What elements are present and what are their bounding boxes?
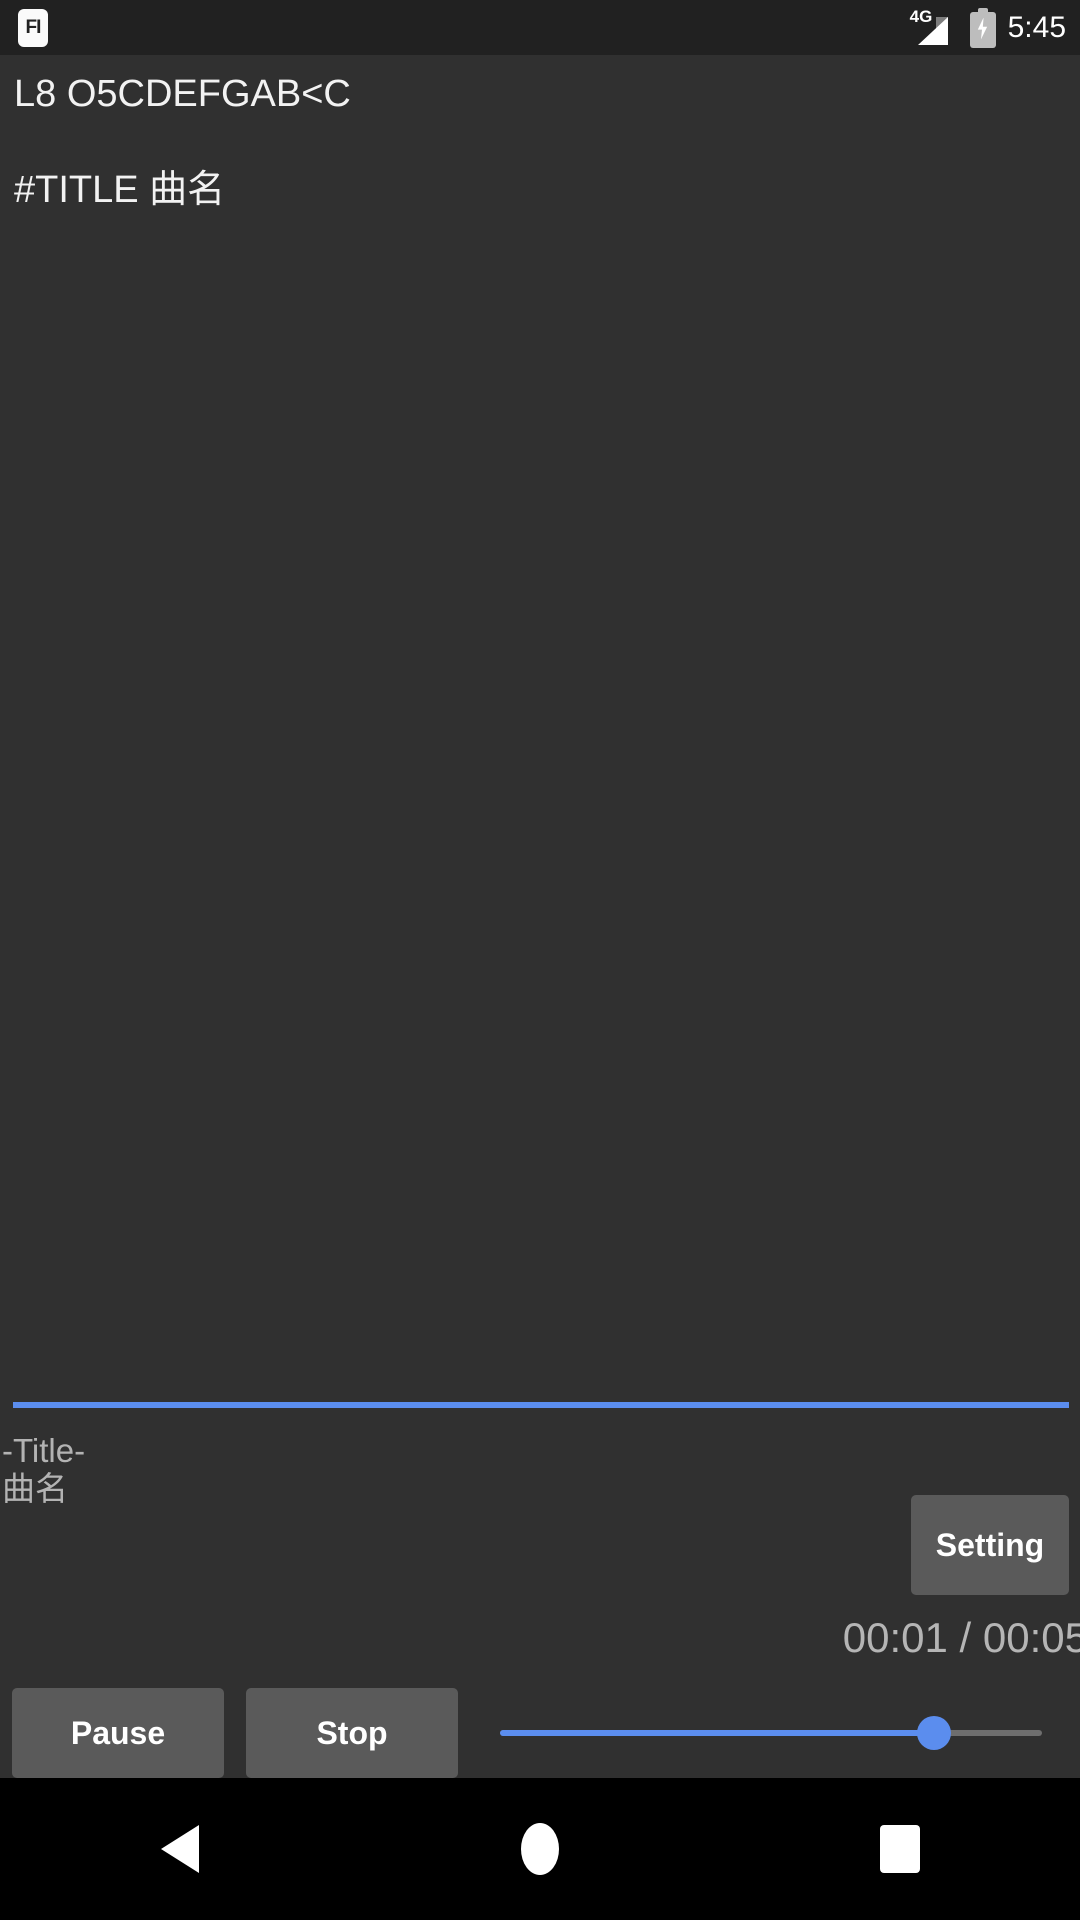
transport-controls: Pause Stop — [0, 1688, 1080, 1778]
nav-recents-button[interactable] — [810, 1778, 990, 1920]
status-bar-clock: 5:45 — [1007, 10, 1066, 44]
now-playing-title-block: -Title- 曲名 — [0, 1432, 600, 1509]
seek-slider-fill — [500, 1730, 934, 1736]
status-bar-notifications: FI — [18, 8, 48, 47]
editor-line-2: #TITLE 曲名 — [14, 169, 226, 211]
status-bar-system-icons: 4G 5:45 — [910, 7, 1066, 48]
nav-home-button[interactable] — [450, 1778, 630, 1920]
back-triangle-icon — [161, 1825, 199, 1873]
seek-slider-thumb[interactable] — [916, 1716, 951, 1750]
playback-time-display: 00:01 / 00:05 — [842, 1614, 1080, 1661]
signal-bar-filled — [917, 16, 948, 45]
status-bar: FI 4G 5:45 — [0, 0, 1080, 55]
app-screen: FI 4G 5:45 L8 O5CDEFGAB<C #TITLE 曲名 -Tit… — [0, 0, 1080, 1920]
seek-slider[interactable] — [500, 1688, 1042, 1778]
signal-bars-icon: 4G — [910, 8, 958, 48]
setting-button[interactable]: Setting — [911, 1495, 1069, 1595]
battery-charging-icon — [969, 7, 996, 48]
editor-line-1: L8 O5CDEFGAB<C — [14, 73, 351, 115]
android-navigation-bar — [0, 1778, 1080, 1920]
mml-text-editor[interactable]: L8 O5CDEFGAB<C #TITLE 曲名 — [0, 55, 1080, 1395]
now-playing-title-label: -Title- — [2, 1432, 86, 1469]
home-circle-icon — [521, 1823, 559, 1875]
stop-button[interactable]: Stop — [246, 1688, 458, 1778]
accent-divider — [13, 1402, 1069, 1408]
pause-button[interactable]: Pause — [12, 1688, 224, 1778]
fi-app-icon: FI — [18, 8, 48, 47]
recents-square-icon — [880, 1825, 920, 1873]
now-playing-title-value: 曲名 — [2, 1470, 68, 1508]
nav-back-button[interactable] — [90, 1778, 270, 1920]
